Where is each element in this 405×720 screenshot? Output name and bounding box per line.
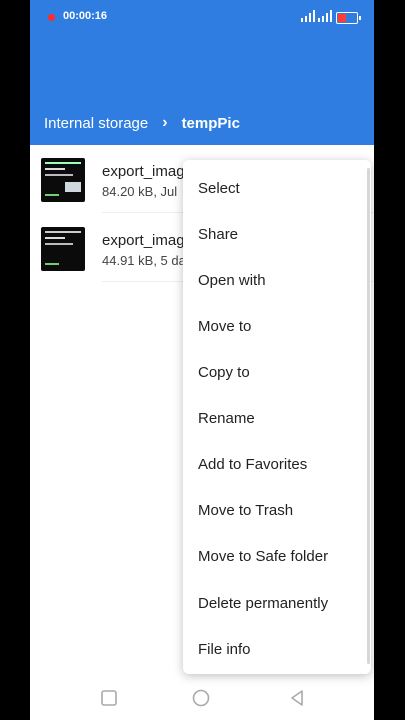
- status-bar: 00:00:16: [30, 0, 374, 34]
- menu-item-delete-permanently[interactable]: Delete permanently: [198, 594, 328, 614]
- file-meta: 84.20 kB, Jul: [102, 184, 178, 199]
- recents-icon[interactable]: [100, 689, 118, 707]
- menu-item-move-to[interactable]: Move to: [198, 317, 251, 337]
- menu-item-add-to-favorites[interactable]: Add to Favorites: [198, 455, 307, 475]
- signal-strength-icon: [301, 10, 315, 22]
- file-thumbnail: [41, 158, 85, 202]
- navigation-bar: [30, 677, 374, 720]
- menu-item-rename[interactable]: Rename: [198, 409, 255, 429]
- recording-time: 00:00:16: [63, 10, 108, 22]
- menu-item-open-with[interactable]: Open with: [198, 271, 266, 291]
- context-menu: Select Share Open with Move to Copy to R…: [183, 160, 371, 674]
- menu-scrollbar[interactable]: [367, 168, 370, 664]
- signal-strength-2-icon: [318, 10, 332, 22]
- breadcrumb: Internal storage › tempPic: [44, 112, 240, 134]
- file-meta: 44.91 kB, 5 da: [102, 253, 186, 268]
- record-indicator-icon: [48, 14, 55, 21]
- breadcrumb-current-folder[interactable]: tempPic: [182, 115, 240, 132]
- file-name: export_imag: [102, 163, 185, 180]
- menu-item-select[interactable]: Select: [198, 179, 240, 199]
- menu-item-move-to-trash[interactable]: Move to Trash: [198, 501, 293, 521]
- breadcrumb-internal-storage[interactable]: Internal storage: [44, 115, 148, 132]
- menu-item-share[interactable]: Share: [198, 225, 238, 245]
- file-name: export_imag: [102, 232, 185, 249]
- home-icon[interactable]: [192, 689, 210, 707]
- battery-icon: [336, 12, 361, 24]
- app-bar: 00:00:16 Internal storage › tempPic: [30, 0, 374, 145]
- file-thumbnail: [41, 227, 85, 271]
- chevron-right-icon: ›: [162, 114, 168, 131]
- menu-item-file-info[interactable]: File info: [198, 640, 251, 660]
- menu-item-copy-to[interactable]: Copy to: [198, 363, 250, 383]
- menu-item-move-to-safe-folder[interactable]: Move to Safe folder: [198, 547, 328, 567]
- back-icon[interactable]: [288, 689, 306, 707]
